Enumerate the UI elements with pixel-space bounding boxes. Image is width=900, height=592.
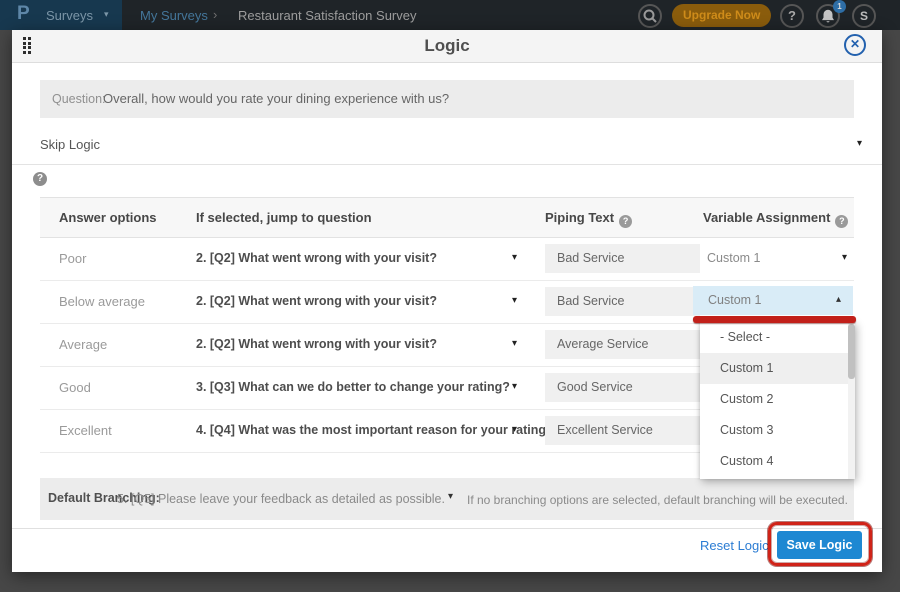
question-summary-band: Question: Overall, how would you rate yo… (40, 80, 854, 118)
table-row-below-average: Below average 2. [Q2] What went wrong wi… (40, 281, 854, 324)
logic-table-rows: Poor 2. [Q2] What went wrong with your v… (40, 238, 854, 453)
answer-option-label: Average (59, 337, 107, 352)
variable-assignment-select-open[interactable]: Custom 1 ▴ (693, 286, 853, 315)
answer-option-label: Below average (59, 294, 145, 309)
variable-assignment-select[interactable]: Custom 1 ▾ (707, 245, 853, 273)
jump-question-value: 3. [Q3] What can we do better to change … (196, 380, 510, 394)
chevron-down-icon: ▾ (857, 138, 862, 149)
modal-header: Logic ✕ (12, 30, 882, 63)
dropdown-option-custom-2[interactable]: Custom 2 (700, 384, 855, 415)
breadcrumb-current-survey: Restaurant Satisfaction Survey (238, 8, 416, 23)
variable-assignment-help-icon[interactable]: ? (835, 215, 848, 228)
dropdown-scrollbar[interactable] (848, 322, 855, 479)
search-button[interactable] (638, 4, 662, 28)
skip-logic-label: Skip Logic (40, 137, 100, 152)
variable-assignment-dropdown: - Select - Custom 1 Custom 2 Custom 3 Cu… (700, 322, 855, 479)
chevron-down-icon[interactable]: ▾ (512, 295, 517, 306)
reset-logic-link[interactable]: Reset Logic (700, 538, 769, 553)
app-screen: P Surveys ▾ My Surveys › Restaurant Sati… (0, 0, 900, 592)
help-button[interactable]: ? (780, 4, 804, 28)
chevron-down-icon[interactable]: ▾ (512, 252, 517, 263)
piping-text-input[interactable]: Excellent Service (545, 416, 700, 445)
save-logic-button[interactable]: Save Logic (777, 531, 862, 559)
notification-count-badge: 1 (833, 0, 846, 13)
chevron-down-icon[interactable]: ▾ (512, 424, 517, 435)
default-branching-note: If no branching options are selected, de… (467, 493, 848, 507)
header-variable-assignment: Variable Assignment? (703, 210, 848, 228)
piping-text-input[interactable]: Bad Service (545, 287, 700, 316)
jump-question-value: 2. [Q2] What went wrong with your visit? (196, 294, 437, 308)
chevron-down-icon[interactable]: ▾ (512, 338, 517, 349)
nav-item-surveys[interactable]: P Surveys ▾ (0, 0, 122, 30)
question-text: Overall, how would you rate your dining … (103, 91, 449, 106)
chevron-down-icon: ▾ (104, 9, 109, 20)
breadcrumb-separator: › (213, 7, 217, 22)
skip-logic-help-icon[interactable]: ? (33, 172, 47, 186)
dropdown-option-select[interactable]: - Select - (700, 322, 855, 353)
chevron-up-icon: ▴ (836, 294, 841, 305)
user-avatar[interactable]: S (852, 4, 876, 28)
logic-modal: Logic ✕ Question: Overall, how would you… (12, 30, 882, 572)
piping-text-input[interactable]: Good Service (545, 373, 700, 402)
default-branching-band: Default Branching: 5. [Q5] Please leave … (40, 478, 854, 520)
jump-question-value: 2. [Q2] What went wrong with your visit? (196, 251, 437, 265)
jump-question-value: 2. [Q2] What went wrong with your visit? (196, 337, 437, 351)
skip-logic-section-toggle[interactable]: Skip Logic ▾ (12, 128, 882, 165)
variable-value: Custom 1 (708, 293, 762, 307)
answer-option-label: Excellent (59, 423, 112, 438)
header-jump-to-question: If selected, jump to question (196, 210, 372, 225)
question-mark-icon: ? (788, 8, 796, 23)
surveys-menu-label: Surveys (46, 8, 93, 23)
dropdown-scrollbar-thumb[interactable] (848, 324, 855, 379)
footer-divider (12, 528, 882, 529)
top-navigation-bar: P Surveys ▾ My Surveys › Restaurant Sati… (0, 0, 900, 30)
header-piping-text: Piping Text? (545, 210, 632, 228)
dropdown-option-custom-4[interactable]: Custom 4 (700, 446, 855, 477)
dropdown-option-custom-1[interactable]: Custom 1 (700, 353, 855, 384)
search-icon (640, 6, 660, 26)
proprofs-logo: P (17, 3, 30, 25)
variable-value: Custom 1 (707, 251, 761, 265)
chevron-down-icon[interactable]: ▾ (448, 491, 453, 502)
question-mark-icon: ? (37, 173, 43, 184)
dropdown-option-custom-3[interactable]: Custom 3 (700, 415, 855, 446)
jump-question-value: 4. [Q4] What was the most important reas… (196, 423, 554, 437)
chevron-down-icon: ▾ (842, 252, 847, 263)
answer-option-label: Good (59, 380, 91, 395)
table-row-poor: Poor 2. [Q2] What went wrong with your v… (40, 238, 854, 281)
logic-table-header: Answer options If selected, jump to ques… (40, 197, 854, 238)
header-answer-options: Answer options (59, 210, 157, 225)
answer-option-label: Poor (59, 251, 86, 266)
piping-text-input[interactable]: Average Service (545, 330, 700, 359)
close-icon: ✕ (850, 37, 860, 51)
modal-title: Logic (12, 36, 882, 56)
default-branching-select[interactable]: 5. [Q5] Please leave your feedback as de… (117, 492, 445, 506)
annotation-red-underline (693, 316, 856, 323)
chevron-down-icon[interactable]: ▾ (512, 381, 517, 392)
piping-text-input[interactable]: Bad Service (545, 244, 700, 273)
piping-text-help-icon[interactable]: ? (619, 215, 632, 228)
question-label: Question: (52, 92, 106, 106)
upgrade-now-button[interactable]: Upgrade Now (672, 4, 771, 27)
close-button[interactable]: ✕ (844, 34, 866, 56)
breadcrumb-my-surveys[interactable]: My Surveys (140, 8, 208, 23)
